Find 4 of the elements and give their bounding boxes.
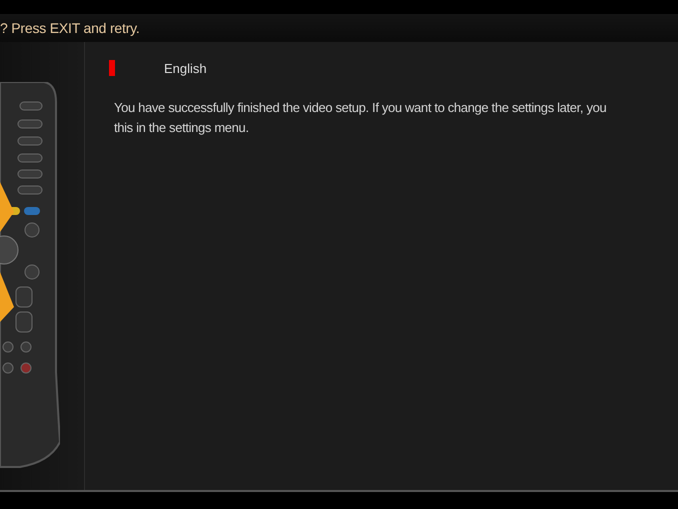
- message-text: this in the settings menu.: [114, 119, 249, 137]
- header-title: ? Press EXIT and retry.: [0, 20, 140, 36]
- language-option[interactable]: English: [164, 60, 207, 76]
- message-text: You have successfully finished the video setup. If you want to change the settings later, you: [114, 99, 606, 117]
